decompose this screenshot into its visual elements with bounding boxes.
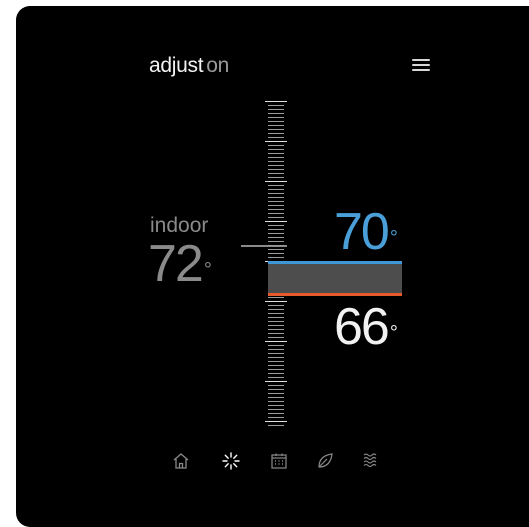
scale-tick <box>268 109 284 110</box>
scale-tick <box>268 333 284 334</box>
scale-tick <box>268 145 284 146</box>
scale-tick <box>268 349 284 350</box>
scale-tick <box>268 237 284 238</box>
scale-tick <box>268 241 284 242</box>
scale-tick <box>268 401 284 402</box>
scale-tick <box>265 301 287 302</box>
scale-tick <box>268 369 284 370</box>
scale-tick <box>268 153 284 154</box>
scale-tick <box>268 325 284 326</box>
indoor-degree-symbol: ° <box>203 259 212 281</box>
scale-tick <box>268 345 284 346</box>
scale-tick <box>268 209 284 210</box>
scale-tick <box>268 313 284 314</box>
scale-tick <box>268 157 284 158</box>
scale-tick <box>268 365 284 366</box>
scale-tick <box>268 361 284 362</box>
home-icon[interactable] <box>171 451 191 471</box>
scale-tick <box>268 165 284 166</box>
scale-tick <box>268 337 284 338</box>
thermostat-screen: adjust on indoor 72 ° 70 ° 66 ° <box>16 6 529 527</box>
leaf-icon[interactable] <box>315 451 335 471</box>
menu-icon[interactable] <box>412 58 430 72</box>
scale-tick <box>268 425 284 426</box>
title-text: adjust <box>149 54 204 77</box>
system-state: on <box>206 54 230 77</box>
heat-setpoint-value: 66 <box>334 298 390 356</box>
scale-tick <box>268 405 284 406</box>
scale-tick <box>268 257 284 258</box>
setpoint-range-band <box>268 264 402 293</box>
scale-tick <box>268 161 284 162</box>
scale-tick <box>268 133 284 134</box>
scale-tick <box>268 189 284 190</box>
scale-tick <box>265 421 287 422</box>
heat-setpoint[interactable]: 66 ° <box>334 297 398 357</box>
scale-tick <box>265 221 287 222</box>
scale-tick <box>268 353 284 354</box>
scale-tick <box>268 205 284 206</box>
scale-tick <box>268 105 284 106</box>
sun-icon[interactable] <box>221 451 241 471</box>
scale-tick <box>268 201 284 202</box>
scale-tick <box>268 149 284 150</box>
scale-tick <box>268 169 284 170</box>
heat-setpoint-handle[interactable] <box>268 293 402 296</box>
heat-degree-symbol: ° <box>389 322 398 344</box>
scale-tick <box>268 253 284 254</box>
scale-tick <box>268 185 284 186</box>
indoor-temperature: 72 ° <box>148 234 212 294</box>
scale-tick <box>268 233 284 234</box>
scale-tick <box>265 341 287 342</box>
bottom-nav <box>16 451 529 475</box>
scale-tick <box>268 229 284 230</box>
scale-tick <box>268 373 284 374</box>
scale-tick <box>268 213 284 214</box>
scale-tick <box>268 417 284 418</box>
scale-tick <box>268 309 284 310</box>
header-title: adjust on <box>149 52 229 80</box>
scale-tick <box>268 121 284 122</box>
cool-degree-symbol: ° <box>389 227 398 249</box>
scale-tick <box>268 113 284 114</box>
indoor-temperature-value: 72 <box>148 235 204 293</box>
scale-tick <box>268 389 284 390</box>
scale-tick <box>268 249 284 250</box>
scale-tick <box>268 329 284 330</box>
scale-tick <box>268 173 284 174</box>
scale-tick <box>268 385 284 386</box>
scale-tick <box>268 377 284 378</box>
waves-icon[interactable] <box>361 451 381 471</box>
scale-tick <box>268 357 284 358</box>
scale-tick <box>268 413 284 414</box>
scale-tick <box>265 101 287 102</box>
scale-tick <box>268 397 284 398</box>
scale-tick <box>268 217 284 218</box>
scale-tick <box>268 409 284 410</box>
cool-setpoint-value: 70 <box>334 203 390 261</box>
scale-tick <box>268 245 284 246</box>
scale-tick <box>265 141 287 142</box>
scale-tick <box>268 393 284 394</box>
scale-tick <box>268 137 284 138</box>
scale-tick <box>268 129 284 130</box>
cool-setpoint[interactable]: 70 ° <box>334 202 398 262</box>
scale-tick <box>265 181 287 182</box>
scale-tick <box>268 321 284 322</box>
scale-tick <box>268 193 284 194</box>
scale-tick <box>268 125 284 126</box>
scale-tick <box>268 305 284 306</box>
scale-tick <box>268 317 284 318</box>
scale-tick <box>265 381 287 382</box>
scale-tick <box>268 117 284 118</box>
scale-tick <box>268 297 284 298</box>
scale-tick <box>268 177 284 178</box>
calendar-icon[interactable] <box>269 451 289 471</box>
scale-tick <box>268 225 284 226</box>
scale-tick <box>268 197 284 198</box>
